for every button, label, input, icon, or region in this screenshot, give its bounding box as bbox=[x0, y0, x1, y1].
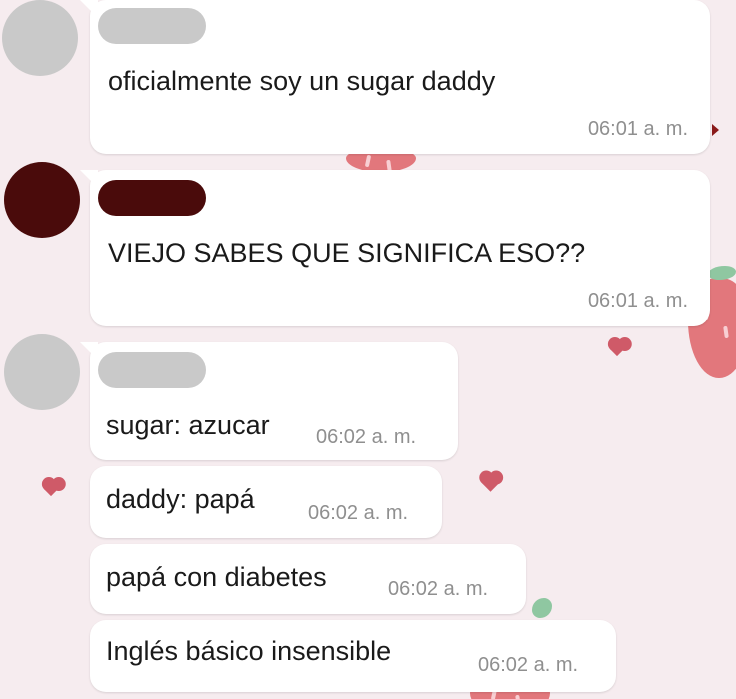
message-text: daddy: papá bbox=[106, 484, 255, 514]
sender-name-redacted bbox=[98, 180, 206, 216]
leaf-icon bbox=[708, 266, 736, 280]
sender-name-redacted bbox=[98, 8, 206, 44]
message-text: oficialmente soy un sugar daddy bbox=[108, 66, 496, 96]
message-bubble[interactable]: oficialmente soy un sugar daddy 06:01 a.… bbox=[80, 0, 710, 154]
message-timestamp: 06:02 a. m. bbox=[308, 502, 409, 524]
message-bubble[interactable]: Inglés básico insensible 06:02 a. m. bbox=[90, 620, 616, 692]
message-timestamp: 06:02 a. m. bbox=[388, 578, 489, 600]
message-timestamp: 06:02 a. m. bbox=[316, 426, 417, 448]
message-timestamp: 06:01 a. m. bbox=[587, 290, 688, 312]
heart-icon bbox=[481, 473, 500, 492]
message-timestamp: 06:01 a. m. bbox=[587, 118, 688, 140]
message-text: papá con diabetes bbox=[106, 562, 327, 592]
message-text: Inglés básico insensible bbox=[106, 636, 392, 666]
avatar[interactable] bbox=[4, 162, 80, 238]
avatar[interactable] bbox=[2, 0, 78, 76]
message-timestamp: 06:02 a. m. bbox=[478, 654, 579, 676]
message-text: sugar: azucar bbox=[106, 410, 270, 440]
message-bubble[interactable]: sugar: azucar 06:02 a. m. bbox=[80, 342, 458, 460]
message-bubble[interactable]: papá con diabetes 06:02 a. m. bbox=[90, 544, 526, 614]
message-bubble[interactable]: VIEJO SABES QUE SIGNIFICA ESO?? 06:01 a.… bbox=[80, 170, 710, 326]
leaf-icon bbox=[532, 598, 552, 618]
message-text: VIEJO SABES QUE SIGNIFICA ESO?? bbox=[108, 238, 586, 268]
avatar[interactable] bbox=[4, 334, 80, 410]
message-bubble[interactable]: daddy: papá 06:02 a. m. bbox=[90, 466, 442, 538]
chevron-right-icon bbox=[712, 124, 719, 136]
heart-icon bbox=[609, 341, 625, 357]
heart-icon bbox=[43, 481, 59, 497]
sender-name-redacted bbox=[98, 352, 206, 388]
